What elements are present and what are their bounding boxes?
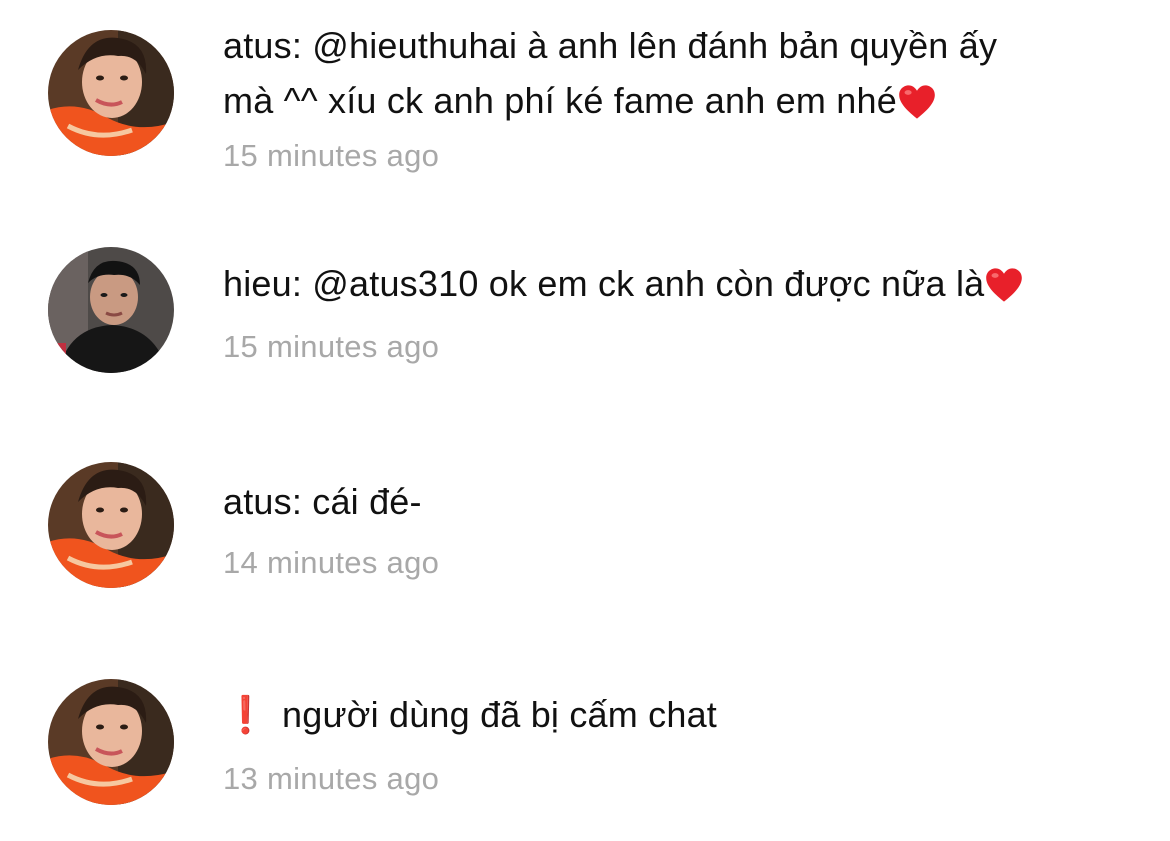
comment-timestamp: 13 minutes ago <box>223 761 440 796</box>
comment-line: atus: @hieuthuhai à anh lên đánh bản quy… <box>223 18 1123 73</box>
comment-body: cái đé- <box>312 481 422 522</box>
comment-line: atus: cái đé- <box>223 474 1123 529</box>
heart-emoji-icon <box>985 267 1023 303</box>
comment-text: hieu: @atus310 ok em ck anh còn được nữa… <box>223 256 1123 311</box>
avatar[interactable] <box>48 247 174 373</box>
avatar-atus-image <box>48 462 174 588</box>
comment-text: ❗ người dùng đã bị cấm chat <box>223 687 1123 742</box>
avatar-atus-image <box>48 30 174 156</box>
comment-separator: : <box>291 481 313 522</box>
heart-emoji-icon <box>898 84 936 120</box>
comment-timestamp: 14 minutes ago <box>223 545 440 580</box>
comment-body: mà ^^ xíu ck anh phí ké fame anh em nhé <box>223 80 897 121</box>
comment-line: hieu: @atus310 ok em ck anh còn được nữa… <box>223 256 1123 311</box>
comment-author[interactable]: atus <box>223 481 292 522</box>
comment-separator: : <box>291 25 313 66</box>
avatar[interactable] <box>48 30 174 156</box>
avatar[interactable] <box>48 462 174 588</box>
comment-separator: : <box>291 263 313 304</box>
avatar-hieu-image <box>48 247 174 373</box>
avatar[interactable] <box>48 679 174 805</box>
comment-line: ❗ người dùng đã bị cấm chat <box>223 687 1123 742</box>
comment-body: @hieuthuhai à anh lên đánh bản quyền ấy <box>312 25 998 66</box>
comment-text: atus: cái đé- <box>223 474 1123 529</box>
system-message: người dùng đã bị cấm chat <box>282 694 717 735</box>
comment-body: @atus310 ok em ck anh còn được nữa là <box>312 263 985 304</box>
comment-timestamp: 15 minutes ago <box>223 329 440 364</box>
comment-author[interactable]: atus <box>223 25 292 66</box>
comment-author[interactable]: hieu <box>223 263 292 304</box>
comment-text: atus: @hieuthuhai à anh lên đánh bản quy… <box>223 18 1123 128</box>
exclamation-icon: ❗ <box>223 694 269 735</box>
comment-timestamp: 15 minutes ago <box>223 138 440 173</box>
avatar-atus-image <box>48 679 174 805</box>
comment-line: mà ^^ xíu ck anh phí ké fame anh em nhé <box>223 73 1123 128</box>
